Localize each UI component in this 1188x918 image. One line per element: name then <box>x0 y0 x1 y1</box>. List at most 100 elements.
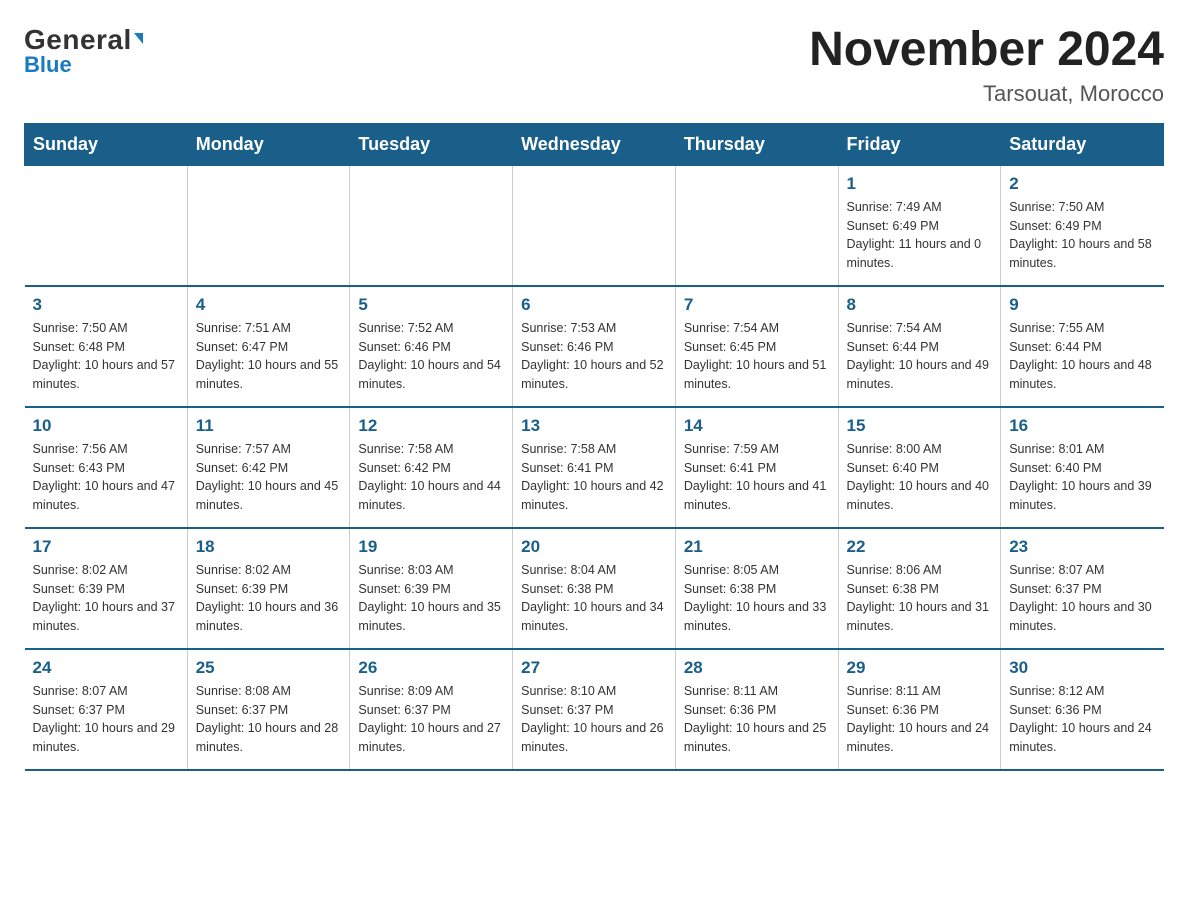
calendar-cell: 26Sunrise: 8:09 AM Sunset: 6:37 PM Dayli… <box>350 649 513 770</box>
calendar-subtitle: Tarsouat, Morocco <box>809 81 1164 107</box>
calendar-cell: 8 Sunrise: 7:54 AM Sunset: 6:44 PM Daylig… <box>838 286 1001 407</box>
weekday-header-monday: Monday <box>187 123 350 165</box>
day-info: Sunrise: 8:06 AM Sunset: 6:38 PM Dayligh… <box>847 561 993 636</box>
day-info: Sunrise: 7:50 AM Sunset: 6:48 PM Dayligh… <box>33 319 179 394</box>
day-info: Sunrise: 7:50 AM Sunset: 6:49 PM Dayligh… <box>1009 198 1155 273</box>
day-info: Sunrise: 8:01 AM Sunset: 6:40 PM Dayligh… <box>1009 440 1155 515</box>
calendar-cell: 28 Sunrise: 8:11 AM Sunset: 6:36 PM Dayli… <box>675 649 838 770</box>
calendar-cell: 14 Sunrise: 7:59 AM Sunset: 6:41 PM Dayli… <box>675 407 838 528</box>
calendar-cell: 7Sunrise: 7:54 AM Sunset: 6:45 PM Daylig… <box>675 286 838 407</box>
day-number: 29 <box>847 658 993 678</box>
day-info: Sunrise: 8:12 AM Sunset: 6:36 PM Dayligh… <box>1009 682 1155 757</box>
day-info: Sunrise: 8:04 AM Sunset: 6:38 PM Dayligh… <box>521 561 667 636</box>
day-info: Sunrise: 8:07 AM Sunset: 6:37 PM Dayligh… <box>1009 561 1155 636</box>
weekday-header-thursday: Thursday <box>675 123 838 165</box>
day-number: 25 <box>196 658 342 678</box>
weekday-header-sunday: Sunday <box>25 123 188 165</box>
day-number: 8 <box>847 295 993 315</box>
logo-blue: Blue <box>24 52 72 78</box>
day-number: 23 <box>1009 537 1155 557</box>
calendar-cell: 22 Sunrise: 8:06 AM Sunset: 6:38 PM Dayli… <box>838 528 1001 649</box>
calendar-title: November 2024 <box>809 24 1164 77</box>
day-number: 16 <box>1009 416 1155 436</box>
weekday-header-friday: Friday <box>838 123 1001 165</box>
calendar-cell: 4 Sunrise: 7:51 AM Sunset: 6:47 PM Daylig… <box>187 286 350 407</box>
calendar-cell: 16 Sunrise: 8:01 AM Sunset: 6:40 PM Dayli… <box>1001 407 1164 528</box>
calendar-cell: 2 Sunrise: 7:50 AM Sunset: 6:49 PM Daylig… <box>1001 165 1164 286</box>
calendar-cell: 20 Sunrise: 8:04 AM Sunset: 6:38 PM Dayli… <box>513 528 676 649</box>
weekday-header-tuesday: Tuesday <box>350 123 513 165</box>
day-info: Sunrise: 7:53 AM Sunset: 6:46 PM Dayligh… <box>521 319 667 394</box>
day-number: 10 <box>33 416 179 436</box>
day-info: Sunrise: 7:52 AM Sunset: 6:46 PM Dayligh… <box>358 319 504 394</box>
calendar-week-row: 1 Sunrise: 7:49 AM Sunset: 6:49 PM Daylig… <box>25 165 1164 286</box>
title-section: November 2024 Tarsouat, Morocco <box>809 24 1164 107</box>
calendar-cell: 23 Sunrise: 8:07 AM Sunset: 6:37 PM Dayli… <box>1001 528 1164 649</box>
calendar-cell: 17Sunrise: 8:02 AM Sunset: 6:39 PM Dayli… <box>25 528 188 649</box>
day-number: 5 <box>358 295 504 315</box>
day-number: 7 <box>684 295 830 315</box>
calendar-cell: 30Sunrise: 8:12 AM Sunset: 6:36 PM Dayli… <box>1001 649 1164 770</box>
day-info: Sunrise: 8:09 AM Sunset: 6:37 PM Dayligh… <box>358 682 504 757</box>
day-info: Sunrise: 8:10 AM Sunset: 6:37 PM Dayligh… <box>521 682 667 757</box>
calendar-cell: 5 Sunrise: 7:52 AM Sunset: 6:46 PM Daylig… <box>350 286 513 407</box>
day-number: 15 <box>847 416 993 436</box>
calendar-cell <box>513 165 676 286</box>
calendar-cell <box>187 165 350 286</box>
day-number: 28 <box>684 658 830 678</box>
day-info: Sunrise: 7:58 AM Sunset: 6:41 PM Dayligh… <box>521 440 667 515</box>
calendar-cell: 25Sunrise: 8:08 AM Sunset: 6:37 PM Dayli… <box>187 649 350 770</box>
day-number: 6 <box>521 295 667 315</box>
calendar-cell: 13 Sunrise: 7:58 AM Sunset: 6:41 PM Dayli… <box>513 407 676 528</box>
weekday-header-wednesday: Wednesday <box>513 123 676 165</box>
calendar-cell: 15Sunrise: 8:00 AM Sunset: 6:40 PM Dayli… <box>838 407 1001 528</box>
day-info: Sunrise: 7:49 AM Sunset: 6:49 PM Dayligh… <box>847 198 993 273</box>
calendar-cell: 9Sunrise: 7:55 AM Sunset: 6:44 PM Daylig… <box>1001 286 1164 407</box>
calendar-week-row: 17Sunrise: 8:02 AM Sunset: 6:39 PM Dayli… <box>25 528 1164 649</box>
calendar-cell: 24Sunrise: 8:07 AM Sunset: 6:37 PM Dayli… <box>25 649 188 770</box>
day-info: Sunrise: 8:05 AM Sunset: 6:38 PM Dayligh… <box>684 561 830 636</box>
calendar-cell: 18 Sunrise: 8:02 AM Sunset: 6:39 PM Dayli… <box>187 528 350 649</box>
day-info: Sunrise: 7:54 AM Sunset: 6:44 PM Dayligh… <box>847 319 993 394</box>
day-info: Sunrise: 7:57 AM Sunset: 6:42 PM Dayligh… <box>196 440 342 515</box>
day-number: 3 <box>33 295 179 315</box>
calendar-cell <box>25 165 188 286</box>
day-number: 27 <box>521 658 667 678</box>
day-number: 1 <box>847 174 993 194</box>
day-number: 12 <box>358 416 504 436</box>
day-info: Sunrise: 7:59 AM Sunset: 6:41 PM Dayligh… <box>684 440 830 515</box>
day-number: 14 <box>684 416 830 436</box>
calendar-cell: 29Sunrise: 8:11 AM Sunset: 6:36 PM Dayli… <box>838 649 1001 770</box>
day-number: 13 <box>521 416 667 436</box>
day-number: 21 <box>684 537 830 557</box>
calendar-cell: 3 Sunrise: 7:50 AM Sunset: 6:48 PM Daylig… <box>25 286 188 407</box>
calendar-cell: 10Sunrise: 7:56 AM Sunset: 6:43 PM Dayli… <box>25 407 188 528</box>
day-info: Sunrise: 8:11 AM Sunset: 6:36 PM Dayligh… <box>684 682 830 757</box>
day-info: Sunrise: 8:07 AM Sunset: 6:37 PM Dayligh… <box>33 682 179 757</box>
calendar-cell: 12Sunrise: 7:58 AM Sunset: 6:42 PM Dayli… <box>350 407 513 528</box>
day-number: 22 <box>847 537 993 557</box>
day-info: Sunrise: 7:55 AM Sunset: 6:44 PM Dayligh… <box>1009 319 1155 394</box>
calendar-cell: 1 Sunrise: 7:49 AM Sunset: 6:49 PM Daylig… <box>838 165 1001 286</box>
day-number: 20 <box>521 537 667 557</box>
calendar-cell: 27 Sunrise: 8:10 AM Sunset: 6:37 PM Dayli… <box>513 649 676 770</box>
day-number: 18 <box>196 537 342 557</box>
calendar-cell: 6 Sunrise: 7:53 AM Sunset: 6:46 PM Daylig… <box>513 286 676 407</box>
page-header: General Blue November 2024 Tarsouat, Mor… <box>24 24 1164 107</box>
day-info: Sunrise: 8:03 AM Sunset: 6:39 PM Dayligh… <box>358 561 504 636</box>
day-info: Sunrise: 7:51 AM Sunset: 6:47 PM Dayligh… <box>196 319 342 394</box>
calendar-cell <box>675 165 838 286</box>
day-info: Sunrise: 8:02 AM Sunset: 6:39 PM Dayligh… <box>196 561 342 636</box>
day-number: 19 <box>358 537 504 557</box>
calendar-cell <box>350 165 513 286</box>
weekday-header-saturday: Saturday <box>1001 123 1164 165</box>
calendar-week-row: 10Sunrise: 7:56 AM Sunset: 6:43 PM Dayli… <box>25 407 1164 528</box>
calendar-table: SundayMondayTuesdayWednesdayThursdayFrid… <box>24 123 1164 771</box>
calendar-week-row: 3 Sunrise: 7:50 AM Sunset: 6:48 PM Daylig… <box>25 286 1164 407</box>
logo: General Blue <box>24 24 143 78</box>
weekday-header-row: SundayMondayTuesdayWednesdayThursdayFrid… <box>25 123 1164 165</box>
day-number: 11 <box>196 416 342 436</box>
day-info: Sunrise: 8:02 AM Sunset: 6:39 PM Dayligh… <box>33 561 179 636</box>
day-number: 2 <box>1009 174 1155 194</box>
day-number: 4 <box>196 295 342 315</box>
